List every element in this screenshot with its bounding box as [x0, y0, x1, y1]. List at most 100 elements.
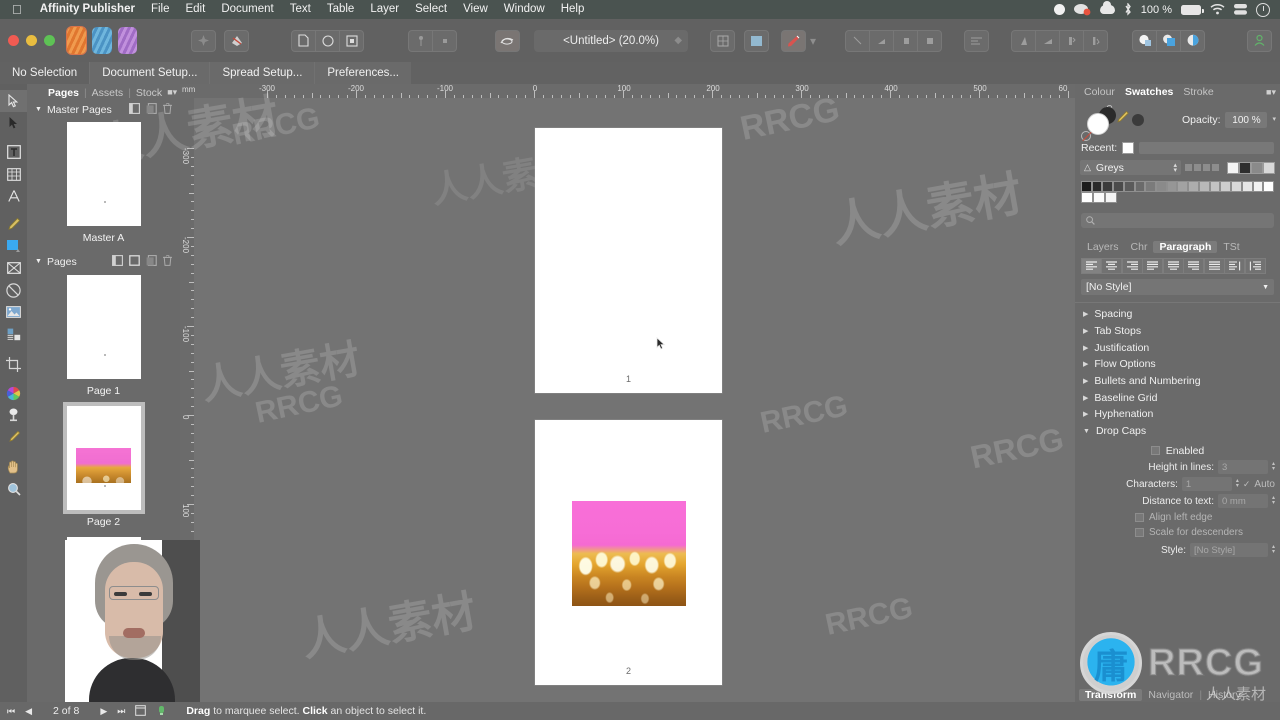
crop-tool[interactable] — [0, 353, 27, 375]
menu-item-text[interactable]: Text — [282, 0, 319, 19]
eyedropper-small-icon[interactable] — [1115, 110, 1130, 127]
designer-persona-button[interactable] — [92, 27, 112, 54]
accordion-flow-options[interactable]: ▶ Flow Options — [1075, 356, 1280, 373]
photo-persona-button[interactable] — [117, 27, 138, 54]
height-in-lines-input[interactable]: 3 — [1217, 460, 1268, 474]
distance-stepper[interactable]: ▴ ▾ — [1272, 495, 1275, 506]
document-title-field[interactable]: <Untitled> (20.0%) ◆ — [534, 29, 689, 52]
eyedropper-tool[interactable] — [0, 426, 27, 448]
tab-left-icon[interactable] — [744, 29, 770, 52]
palette-preview-swatch-1[interactable] — [1227, 161, 1239, 174]
spread-setup-button[interactable]: Spread Setup... — [210, 62, 316, 84]
drop-cap-style-input[interactable]: [No Style] — [1189, 543, 1268, 557]
accordion-spacing[interactable]: ▶ Spacing — [1075, 306, 1280, 323]
menu-item-view[interactable]: View — [455, 0, 496, 19]
palette-preview-swatch-2[interactable] — [1239, 161, 1251, 174]
palette-preview-swatch-3[interactable] — [1251, 161, 1263, 174]
frame-text-tool[interactable] — [0, 141, 27, 163]
pen-tool[interactable] — [0, 213, 27, 235]
menu-item-table[interactable]: Table — [319, 0, 363, 19]
drop-cap-style-stepper[interactable]: ▴ ▾ — [1272, 544, 1275, 555]
battery-icon[interactable] — [1181, 4, 1204, 15]
publisher-persona-button[interactable] — [65, 26, 88, 55]
distance-to-text-input[interactable]: 0 mm — [1217, 494, 1268, 508]
scale-for-descenders-checkbox[interactable] — [1135, 527, 1144, 537]
close-window-button[interactable] — [8, 35, 19, 46]
tab-stock[interactable]: Stock — [131, 87, 167, 99]
artistic-text-tool[interactable] — [0, 185, 27, 207]
swatch[interactable] — [1145, 181, 1157, 192]
preferences-button[interactable]: Preferences... — [315, 62, 411, 84]
accordion-justification[interactable]: ▶ Justification — [1075, 339, 1280, 356]
pin-icon[interactable]: ◆ — [674, 35, 682, 46]
move-tool[interactable] — [0, 90, 27, 112]
brush-dropdown-icon[interactable]: ▾ — [807, 30, 819, 52]
paragraph-style-dropdown[interactable]: [No Style] ▼ — [1081, 279, 1274, 295]
boolean-divide-icon[interactable] — [1083, 29, 1109, 52]
swatch[interactable] — [1091, 181, 1103, 192]
fill-blue-icon[interactable] — [1156, 29, 1182, 52]
menu-item-affinity-publisher[interactable]: Affinity Publisher — [32, 0, 143, 19]
boolean-subtract-icon[interactable] — [1035, 29, 1061, 52]
swatch[interactable] — [1177, 181, 1189, 192]
menu-item-document[interactable]: Document — [213, 0, 281, 19]
align-node-1-icon[interactable] — [408, 29, 434, 52]
swatch[interactable] — [1156, 181, 1167, 192]
master-page-thumbnail[interactable] — [66, 122, 141, 226]
tab-character[interactable]: Chr — [1125, 241, 1154, 253]
tab-text-styles[interactable]: TSt — [1217, 241, 1245, 253]
tab-pages[interactable]: Pages — [43, 87, 84, 99]
fill-tool[interactable] — [0, 404, 27, 426]
recent-swatch-white[interactable] — [1122, 142, 1135, 154]
swatch[interactable] — [1081, 192, 1093, 203]
accordion-hyphenation[interactable]: ▶ Hyphenation — [1075, 406, 1280, 423]
master-pages-header[interactable]: ▼ Master Pages — [27, 101, 180, 118]
boolean-intersect-icon[interactable] — [1059, 29, 1085, 52]
swatch[interactable] — [1241, 181, 1253, 192]
record-icon[interactable] — [1053, 4, 1065, 15]
node-tool[interactable] — [0, 112, 27, 134]
cloud-icon[interactable] — [1099, 1, 1115, 14]
duplicate-master-page-icon[interactable] — [146, 102, 157, 117]
height-stepper[interactable]: ▴ ▾ — [1272, 461, 1275, 472]
tab-stroke[interactable]: Stroke — [1178, 86, 1218, 98]
align-justify-icon[interactable] — [917, 29, 943, 52]
menu-item-layer[interactable]: Layer — [362, 0, 407, 19]
tab-transform[interactable]: Transform — [1079, 688, 1143, 701]
wifi-icon[interactable] — [1210, 4, 1225, 15]
characters-input[interactable]: 1 — [1181, 477, 1232, 491]
accordion-bullets-numbering[interactable]: ▶ Bullets and Numbering — [1075, 373, 1280, 390]
justify-right-button[interactable] — [1183, 258, 1204, 274]
panel-menu-icon[interactable]: ■▾ — [167, 87, 177, 98]
new-document-icon[interactable] — [291, 29, 317, 52]
opacity-value-field[interactable]: 100 % — [1225, 112, 1268, 128]
swatch[interactable] — [1102, 181, 1114, 192]
recent-swatch-strip[interactable] — [1139, 142, 1274, 154]
align-left-edge-checkbox[interactable] — [1135, 512, 1144, 522]
swatch[interactable] — [1252, 181, 1264, 192]
menu-item-file[interactable]: File — [143, 0, 178, 19]
last-page-button[interactable]: ⏭ — [114, 706, 128, 717]
distribute-icon[interactable] — [964, 29, 990, 52]
fill-gradient-icon[interactable] — [1180, 29, 1206, 52]
swatch[interactable] — [1198, 181, 1210, 192]
align-node-2-icon[interactable] — [432, 29, 458, 52]
page-thumbnail-1[interactable] — [66, 275, 141, 379]
menu-item-edit[interactable]: Edit — [177, 0, 213, 19]
accordion-tab-stops[interactable]: ▶ Tab Stops — [1075, 323, 1280, 340]
swatch[interactable] — [1093, 192, 1105, 203]
swatch[interactable] — [1105, 192, 1117, 203]
first-page-button[interactable]: ⏮ — [4, 706, 18, 717]
snapping-icon[interactable] — [191, 29, 217, 52]
ltr-direction-button[interactable] — [1224, 258, 1245, 274]
table-tool[interactable] — [0, 163, 27, 185]
swatch[interactable] — [1081, 181, 1092, 192]
app-icon[interactable] — [1073, 3, 1091, 16]
pages-section-header[interactable]: ▼ Pages — [27, 253, 180, 270]
align-right-button[interactable] — [1121, 258, 1143, 274]
swatch[interactable] — [1123, 181, 1135, 192]
palette-view-toggle[interactable] — [1185, 164, 1219, 171]
ellipse-tool[interactable] — [0, 279, 27, 301]
justify-center-button[interactable] — [1162, 258, 1184, 274]
lamp-status-icon[interactable] — [153, 705, 170, 718]
